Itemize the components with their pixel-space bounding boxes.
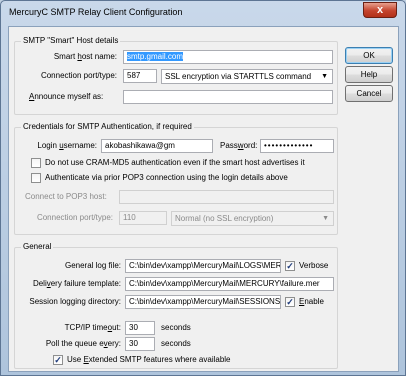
verbose-checkbox[interactable]: ✓ bbox=[285, 261, 295, 271]
close-button[interactable]: x bbox=[363, 2, 397, 18]
chevron-down-icon: ▼ bbox=[321, 73, 328, 80]
timeout-unit: seconds bbox=[161, 323, 191, 332]
credentials-group: Credentials for SMTP Authentication, if … bbox=[14, 122, 338, 235]
port-input[interactable]: 587 bbox=[123, 69, 157, 83]
poll-label: Poll the queue every: bbox=[45, 339, 121, 348]
pop3-type-select[interactable]: Normal (no SSL encryption) ▼ bbox=[171, 211, 334, 226]
dialog-client-area: OK Help Cancel SMTP "Smart" Host details… bbox=[8, 26, 399, 372]
timeout-input[interactable]: 30 bbox=[125, 321, 155, 335]
smart-host-legend: SMTP "Smart" Host details bbox=[21, 36, 121, 45]
announce-label: Announce myself as: bbox=[29, 92, 104, 101]
pop3-port-input[interactable]: 110 bbox=[119, 211, 167, 225]
pop3-host-input[interactable] bbox=[119, 190, 334, 204]
session-dir-label: Session logging directory: bbox=[29, 297, 121, 306]
password-label: Password: bbox=[220, 141, 258, 150]
enable-label: Enable bbox=[299, 297, 324, 306]
poll-input[interactable]: 30 bbox=[125, 337, 155, 351]
title-bar[interactable]: MercuryC SMTP Relay Client Configuration… bbox=[1, 1, 405, 25]
close-icon: x bbox=[376, 4, 384, 16]
timeout-label: TCP/IP timeout: bbox=[64, 323, 121, 332]
help-button[interactable]: Help bbox=[345, 66, 393, 83]
failure-template-input[interactable]: C:\bin\dev\xampp\MercuryMail\MERCURY\fai… bbox=[125, 277, 334, 291]
general-legend: General bbox=[21, 242, 54, 251]
smart-host-group: SMTP "Smart" Host details Smart host nam… bbox=[14, 36, 338, 115]
chevron-down-icon: ▼ bbox=[322, 215, 329, 222]
encryption-value: SSL encryption via STARTTLS command bbox=[165, 72, 312, 81]
cancel-button[interactable]: Cancel bbox=[345, 85, 393, 102]
pop3-type-value: Normal (no SSL encryption) bbox=[175, 214, 274, 223]
credentials-legend: Credentials for SMTP Authentication, if … bbox=[21, 122, 194, 131]
extended-smtp-label: Use Extended SMTP features where availab… bbox=[67, 355, 231, 364]
enable-checkbox[interactable]: ✓ bbox=[285, 297, 295, 307]
dialog-window: MercuryC SMTP Relay Client Configuration… bbox=[0, 0, 406, 376]
log-file-input[interactable]: C:\bin\dev\xampp\MercuryMail\LOGS\MER bbox=[125, 259, 281, 273]
smart-host-label: Smart host name: bbox=[53, 52, 117, 61]
extended-smtp-checkbox[interactable]: ✓ bbox=[53, 355, 63, 365]
poll-unit: seconds bbox=[161, 339, 191, 348]
username-input[interactable]: akobashikawa@gm bbox=[101, 139, 213, 153]
pop3-port-label: Connection port/type: bbox=[36, 213, 113, 222]
smart-host-input[interactable]: smtp.gmail.com bbox=[123, 50, 333, 64]
port-type-label: Connection port/type: bbox=[40, 71, 117, 80]
general-group: General General log file: C:\bin\dev\xam… bbox=[14, 242, 338, 369]
announce-input[interactable] bbox=[123, 90, 333, 104]
pop3-auth-label: Authenticate via prior POP3 connection u… bbox=[45, 173, 288, 182]
username-label: Login username: bbox=[37, 141, 97, 150]
pop3-auth-checkbox[interactable] bbox=[31, 173, 41, 183]
pop3-host-label: Connect to POP3 host: bbox=[25, 192, 107, 201]
failure-template-label: Delivery failure template: bbox=[32, 279, 121, 288]
verbose-label: Verbose bbox=[299, 261, 329, 270]
ok-button[interactable]: OK bbox=[345, 47, 393, 64]
encryption-select[interactable]: SSL encryption via STARTTLS command ▼ bbox=[161, 69, 333, 84]
cram-md5-label: Do not use CRAM-MD5 authentication even … bbox=[45, 158, 305, 167]
password-input[interactable]: ••••••••••••• bbox=[260, 139, 334, 153]
window-title: MercuryC SMTP Relay Client Configuration bbox=[9, 7, 183, 17]
cram-md5-checkbox[interactable] bbox=[31, 158, 41, 168]
session-dir-input[interactable]: C:\bin\dev\xampp\MercuryMail\SESSIONS\ bbox=[125, 295, 281, 309]
log-file-label: General log file: bbox=[64, 261, 121, 270]
